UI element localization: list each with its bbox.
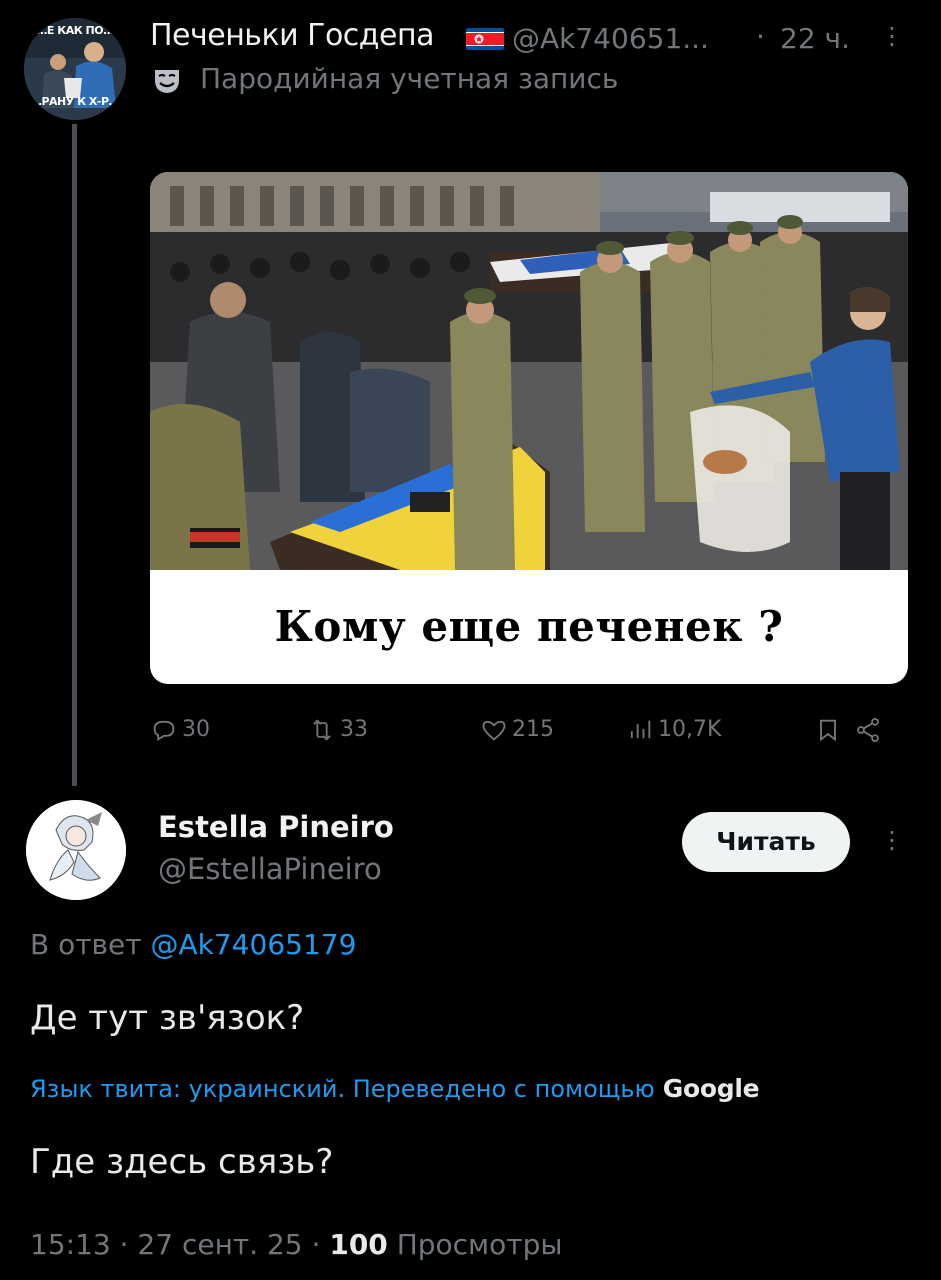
share-action[interactable] — [854, 716, 886, 744]
separator-dot: · — [311, 1228, 321, 1261]
tweet-timestamp[interactable]: 22 ч. — [780, 22, 850, 55]
author-name[interactable]: Печеньки Госдепа — [150, 18, 435, 53]
reply-action[interactable]: 30 — [150, 716, 210, 744]
more-icon[interactable]: ⋮ — [880, 826, 904, 854]
bookmark-action[interactable] — [814, 716, 846, 744]
reply-icon — [153, 720, 175, 741]
views-icon — [630, 720, 651, 739]
reply-date[interactable]: 27 сент. 25 — [137, 1228, 302, 1261]
tweet-image[interactable]: Кому еще печенек ? — [150, 172, 908, 684]
share-icon — [857, 717, 879, 743]
views-count: 10,7K — [658, 717, 722, 742]
like-action[interactable]: 215 — [480, 716, 554, 744]
avatar-caption-top: …Е КАК ПО… — [36, 24, 114, 37]
author-avatar[interactable]: …Е КАК ПО… …РАНУ К Х-Р… — [24, 18, 126, 120]
follow-button[interactable]: Читать — [682, 812, 850, 872]
reply-context: В ответ @Ak74065179 — [30, 928, 356, 961]
google-logo: Google — [662, 1074, 760, 1103]
reply-meta: 15:13 · 27 сент. 25 · 100 Просмотры — [30, 1228, 563, 1261]
separator-dot: · — [756, 20, 765, 53]
parody-mask-icon — [155, 70, 179, 93]
avatar-caption-bottom: …РАНУ К Х-Р… — [30, 95, 120, 108]
translation-note-text: Язык твита: украинский. Переведено с пом… — [30, 1075, 655, 1103]
anime-avatar-drawing — [26, 800, 126, 900]
repost-action[interactable]: 33 — [308, 716, 368, 744]
reply-author-handle[interactable]: @EstellaPineiro — [158, 852, 382, 886]
like-count: 215 — [512, 717, 554, 742]
reply-prefix: В ответ — [30, 928, 142, 961]
reply-text: Де тут зв'язок? — [30, 998, 305, 1038]
separator-dot: · — [119, 1228, 129, 1261]
more-icon[interactable]: ⋮ — [880, 22, 904, 50]
reply-mention-link[interactable]: @Ak74065179 — [151, 928, 357, 961]
repost-icon — [313, 719, 331, 741]
views-action[interactable]: 10,7K — [626, 716, 721, 744]
parody-account-label: Пародийная учетная запись — [200, 62, 619, 95]
reply-count: 30 — [182, 717, 210, 742]
funeral-procession-photo — [150, 172, 908, 570]
like-icon — [482, 720, 506, 741]
translated-text: Где здесь связь? — [30, 1142, 334, 1182]
reply-author-avatar[interactable] — [26, 800, 126, 900]
repost-count: 33 — [340, 717, 368, 742]
tweet-actions-bar: 30 33 215 10,7K — [150, 712, 890, 752]
translation-note[interactable]: Язык твита: украинский. Переведено с пом… — [30, 1074, 760, 1103]
reply-author-name[interactable]: Estella Pineiro — [158, 810, 394, 844]
reply-views-count: 100 — [329, 1228, 388, 1261]
reply-time[interactable]: 15:13 — [30, 1228, 111, 1261]
thread-connector-line — [72, 124, 77, 786]
north-korea-flag-icon — [466, 28, 504, 50]
image-caption: Кому еще печенек ? — [274, 602, 784, 651]
author-handle[interactable]: @Ak740651... — [512, 22, 709, 55]
bookmark-icon — [820, 719, 836, 742]
reply-views-label: Просмотры — [396, 1228, 563, 1261]
